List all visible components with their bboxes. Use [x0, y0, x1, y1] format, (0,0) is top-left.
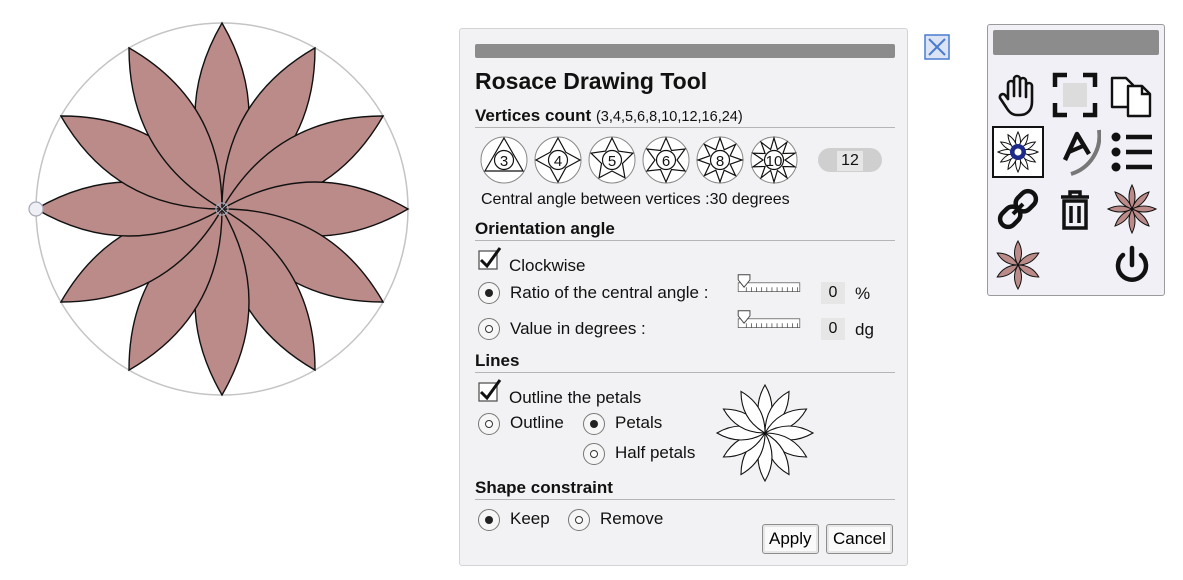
degrees-slider[interactable]	[726, 310, 812, 332]
star-icon: 6	[642, 136, 690, 184]
half-petals-label: Half petals	[615, 443, 696, 462]
power-icon[interactable]	[1106, 239, 1158, 291]
vertices-section-header: Vertices count (3,4,5,6,8,10,12,16,24)	[475, 106, 895, 128]
link-icon[interactable]	[992, 183, 1044, 235]
ratio-slider[interactable]	[726, 274, 812, 296]
outline-petals-checkbox[interactable]	[478, 378, 502, 402]
shape-constraint-label: Shape constraint	[475, 478, 613, 497]
keep-radio[interactable]	[478, 509, 500, 531]
clockwise-label: Clockwise	[509, 256, 586, 275]
dialog-title: Rosace Drawing Tool	[475, 68, 708, 94]
petals-label: Petals	[615, 413, 663, 432]
drawing-canvas[interactable]	[0, 0, 455, 580]
apply-button[interactable]: Apply	[762, 524, 819, 554]
trash-icon[interactable]	[1049, 183, 1101, 235]
star-icon: 10	[750, 136, 798, 184]
star-six-icon[interactable]	[992, 239, 1044, 291]
vertices-option-3[interactable]: 3	[480, 136, 528, 184]
rosace-tool-center	[1014, 148, 1022, 156]
tool-palette	[987, 24, 1165, 296]
ratio-value[interactable]: 0	[821, 282, 845, 304]
remove-label: Remove	[600, 509, 664, 528]
half-petals-radio[interactable]	[583, 443, 605, 465]
vertices-hint: (3,4,5,6,8,10,12,16,24)	[595, 109, 743, 125]
shape-constraint-section-header: Shape constraint	[475, 478, 895, 500]
angle-text-icon[interactable]	[1049, 126, 1101, 178]
vertices-option-label: 8	[716, 153, 724, 170]
vertices-option-label: 5	[608, 153, 616, 170]
lines-section-header: Lines	[475, 351, 895, 373]
vertices-option-8[interactable]: 8	[696, 136, 744, 184]
orientation-section-header: Orientation angle	[475, 219, 895, 241]
degrees-unit: dg	[855, 320, 874, 339]
outline-radio[interactable]	[478, 413, 500, 435]
hand-tool-icon[interactable]	[992, 69, 1044, 121]
dialog-titlebar[interactable]	[475, 44, 895, 58]
vertices-option-label: 10	[766, 153, 783, 170]
outline-petals-label: Outline the petals	[509, 388, 642, 407]
vertices-option-10[interactable]: 10	[750, 136, 798, 184]
vertices-option-4[interactable]: 4	[534, 136, 582, 184]
rosace-tool-icon[interactable]	[992, 126, 1044, 178]
rosace-radius-handle[interactable]	[28, 201, 44, 217]
degrees-value[interactable]: 0	[821, 318, 845, 340]
central-angle-text: Central angle between vertices :30 degre…	[481, 191, 790, 208]
clockwise-checkbox[interactable]	[478, 246, 502, 270]
rosace-dialog: Rosace Drawing Tool Vertices count (3,4,…	[459, 28, 908, 566]
star-icon: 4	[534, 136, 582, 184]
vertices-label: Vertices count	[475, 106, 592, 125]
petals-radio[interactable]	[583, 413, 605, 435]
vertices-option-6[interactable]: 6	[642, 136, 690, 184]
keep-label: Keep	[510, 509, 550, 528]
degrees-label: Value in degrees :	[510, 319, 646, 338]
lines-preview	[715, 383, 815, 483]
duplicate-icon[interactable]	[1106, 69, 1158, 121]
ratio-unit: %	[855, 284, 871, 303]
cancel-button[interactable]: Cancel	[826, 524, 893, 554]
toolbar-titlebar[interactable]	[993, 30, 1159, 55]
list-icon[interactable]	[1106, 126, 1158, 178]
outline-label: Outline	[510, 413, 564, 432]
ratio-label: Ratio of the central angle :	[510, 283, 709, 302]
vertices-option-5[interactable]: 5	[588, 136, 636, 184]
star-icon: 8	[696, 136, 744, 184]
ratio-radio[interactable]	[478, 282, 500, 304]
lines-label: Lines	[475, 351, 520, 370]
remove-radio[interactable]	[568, 509, 590, 531]
vertices-count-value[interactable]: 12	[837, 151, 863, 171]
vertices-option-label: 3	[500, 153, 508, 170]
degrees-radio[interactable]	[478, 318, 500, 340]
orientation-label: Orientation angle	[475, 219, 615, 238]
rosace-star-icon[interactable]	[1106, 183, 1158, 235]
fullscreen-icon[interactable]	[1049, 69, 1101, 121]
vertices-option-label: 4	[554, 153, 562, 170]
close-icon[interactable]	[924, 34, 950, 60]
vertices-option-label: 6	[662, 153, 670, 170]
star-icon: 3	[480, 136, 528, 184]
star-icon: 5	[588, 136, 636, 184]
